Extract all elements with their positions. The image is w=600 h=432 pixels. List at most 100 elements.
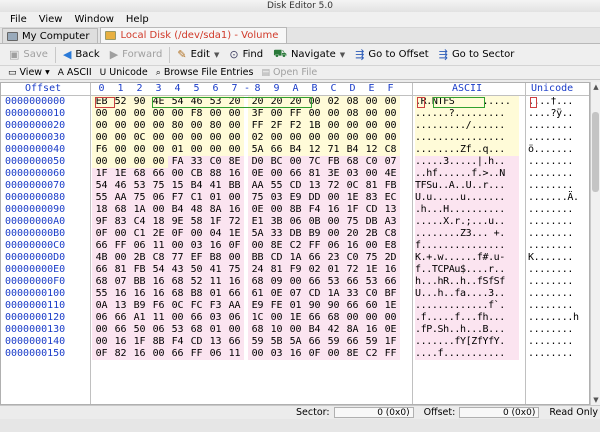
hex-byte[interactable]: 18 — [92, 204, 111, 216]
hex-byte[interactable]: C0 — [362, 288, 381, 300]
hex-byte[interactable]: 00 — [111, 228, 130, 240]
hex-byte[interactable]: 11 — [149, 312, 168, 324]
hex-byte[interactable]: C8 — [381, 228, 400, 240]
hex-byte[interactable]: 00 — [225, 144, 244, 156]
hex-byte[interactable]: 00 — [111, 132, 130, 144]
scroll-down-icon[interactable]: ▼ — [592, 396, 600, 404]
hex-byte[interactable]: 06 — [286, 216, 305, 228]
hex-byte[interactable]: 00 — [187, 120, 206, 132]
hex-byte[interactable]: 00 — [324, 132, 343, 144]
hex-byte[interactable]: B4 — [343, 144, 362, 156]
hex-byte[interactable]: B9 — [305, 228, 324, 240]
hex-byte[interactable]: 1A — [130, 204, 149, 216]
unicode-row[interactable]: ........ — [528, 120, 584, 132]
hex-byte[interactable]: 07 — [381, 156, 400, 168]
hex-byte[interactable]: 00 — [92, 108, 111, 120]
hex-byte[interactable]: 13 — [111, 300, 130, 312]
hex-byte[interactable]: 66 — [92, 264, 111, 276]
hex-byte[interactable]: 16 — [324, 204, 343, 216]
hex-byte[interactable]: 06 — [324, 240, 343, 252]
hex-byte[interactable]: 75 — [149, 180, 168, 192]
hex-byte[interactable]: 16 — [362, 324, 381, 336]
ascii-row[interactable]: f..TCPAu$....r.. — [415, 264, 519, 276]
hex-row[interactable]: 00 00 00 00 00 F8 00 00 3F 00 FF 00 00 08 00 00 — [92, 108, 412, 120]
hex-byte[interactable]: 66 — [111, 324, 130, 336]
hex-byte[interactable]: F6 — [92, 144, 111, 156]
hex-byte[interactable]: 00 — [187, 132, 206, 144]
hex-byte[interactable]: 00 — [248, 348, 267, 360]
hex-byte[interactable]: F4 — [305, 204, 324, 216]
hex-byte[interactable]: 00 — [381, 312, 400, 324]
hex-row[interactable]: 66 FF 06 11 00 03 16 0F 00 8E C2 FF 06 16 00 E8 — [92, 240, 412, 252]
hex-byte[interactable]: 00 — [111, 108, 130, 120]
hex-byte[interactable]: CD — [187, 336, 206, 348]
hex-byte[interactable]: 00 — [149, 348, 168, 360]
ascii-row[interactable]: .......fY[ZfYfY. — [415, 336, 519, 348]
hex-byte[interactable]: DD — [305, 192, 324, 204]
hex-byte[interactable]: 00 — [149, 120, 168, 132]
hex-byte[interactable]: 68 — [324, 312, 343, 324]
hex-byte[interactable]: 68 — [92, 276, 111, 288]
hex-byte[interactable]: 00 — [381, 108, 400, 120]
hex-byte[interactable]: 75 — [248, 192, 267, 204]
hex-byte[interactable]: 06 — [149, 324, 168, 336]
hex-row[interactable]: 00 00 00 00 80 00 80 00 FF 2F F2 1B 00 00 00 00 — [92, 120, 412, 132]
hex-byte[interactable]: 0B — [305, 216, 324, 228]
view-menu-button[interactable]: ▭ View ▼ — [4, 67, 54, 78]
unicode-row[interactable]: ........ — [528, 324, 584, 336]
hex-byte[interactable]: 66 — [286, 168, 305, 180]
hex-byte[interactable]: 16 — [343, 240, 362, 252]
hex-byte[interactable]: E8 — [381, 240, 400, 252]
menu-help[interactable]: Help — [120, 14, 155, 25]
hex-byte[interactable]: 60 — [362, 300, 381, 312]
hex-byte[interactable]: 16 — [130, 348, 149, 360]
hex-byte[interactable]: 00 — [225, 252, 244, 264]
unicode-row[interactable]: ........h — [528, 312, 584, 324]
hex-byte[interactable]: 59 — [362, 336, 381, 348]
hex-byte[interactable]: 00 — [362, 132, 381, 144]
hex-byte[interactable]: 08 — [343, 96, 362, 108]
unicode-row[interactable]: ........ — [528, 168, 584, 180]
hex-byte[interactable]: EF — [187, 252, 206, 264]
hex-byte[interactable]: F6 — [149, 300, 168, 312]
ascii-row[interactable]: ......?......... — [415, 108, 519, 120]
hex-byte[interactable]: 00 — [362, 96, 381, 108]
hex-byte[interactable]: 68 — [168, 276, 187, 288]
hex-byte[interactable]: 61 — [248, 288, 267, 300]
hex-byte[interactable]: F7 — [168, 192, 187, 204]
hex-byte[interactable]: 00 — [248, 240, 267, 252]
hex-byte[interactable]: 43 — [168, 264, 187, 276]
hex-byte[interactable]: 16 — [381, 264, 400, 276]
hex-byte[interactable]: DB — [286, 228, 305, 240]
hex-byte[interactable]: 1E — [343, 192, 362, 204]
unicode-row[interactable]: ........ — [528, 216, 584, 228]
ascii-toggle[interactable]: A ASCII — [54, 67, 96, 78]
hex-byte[interactable]: 0E — [248, 204, 267, 216]
hex-byte[interactable]: 0F — [92, 348, 111, 360]
hex-byte[interactable]: 16 — [225, 276, 244, 288]
hex-byte[interactable]: BF — [381, 288, 400, 300]
hex-byte[interactable]: 0C — [130, 132, 149, 144]
hex-byte[interactable]: 68 — [168, 288, 187, 300]
hex-row[interactable]: 00 66 50 06 53 68 01 00 68 10 00 B4 42 8A 16 0E — [92, 324, 412, 336]
hex-byte[interactable]: 2B — [362, 228, 381, 240]
ascii-column[interactable]: .R.NTFS ...........?......... ........./.… — [415, 96, 519, 360]
hex-byte[interactable]: 13 — [305, 180, 324, 192]
hex-byte[interactable]: 00 — [381, 120, 400, 132]
hex-byte[interactable]: 11 — [225, 348, 244, 360]
hex-byte[interactable]: 23 — [324, 252, 343, 264]
hex-byte[interactable]: 54 — [92, 180, 111, 192]
unicode-row[interactable]: .......Ä. — [528, 192, 584, 204]
hex-byte[interactable]: 00 — [267, 108, 286, 120]
hex-row[interactable]: 9F 83 C4 18 9E 58 1F 72 E1 3B 06 0B 00 75 DB A3 — [92, 216, 412, 228]
hex-row[interactable]: 0A 13 B9 F6 0C FC F3 AA E9 FE 01 90 90 66 60 1E — [92, 300, 412, 312]
hex-byte[interactable]: 01 — [206, 324, 225, 336]
hex-byte[interactable]: 06 — [225, 312, 244, 324]
unicode-row[interactable]: ........ — [528, 204, 584, 216]
hex-byte[interactable]: 54 — [149, 264, 168, 276]
hex-row[interactable]: 06 66 A1 11 00 66 03 06 1C 00 1E 66 68 00 00 00 — [92, 312, 412, 324]
hex-byte[interactable]: 00 — [343, 312, 362, 324]
hex-byte[interactable]: 53 — [168, 324, 187, 336]
hex-byte[interactable]: 11 — [149, 240, 168, 252]
hex-byte[interactable]: 8A — [206, 204, 225, 216]
